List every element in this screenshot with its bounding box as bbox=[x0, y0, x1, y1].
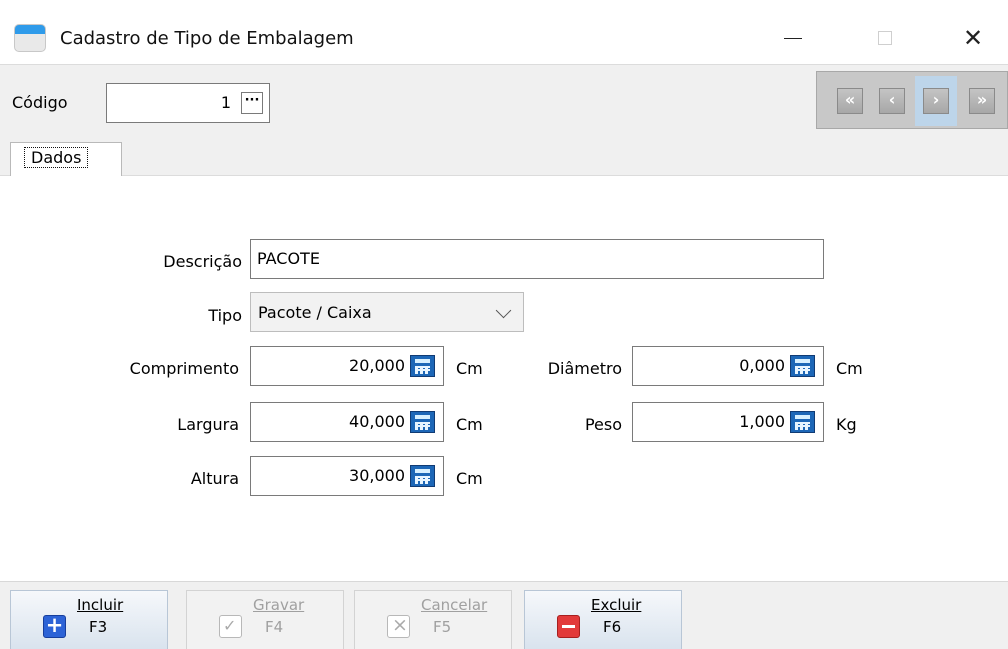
calculator-icon[interactable] bbox=[790, 411, 815, 433]
add-icon bbox=[43, 613, 66, 638]
altura-input[interactable]: 30,000 bbox=[250, 456, 444, 496]
form-panel: Descrição PACOTE Tipo Pacote / Caixa Com… bbox=[0, 176, 1008, 581]
last-record-button[interactable]: » bbox=[969, 88, 995, 114]
comprimento-unit: Cm bbox=[456, 359, 483, 378]
comprimento-label: Comprimento bbox=[129, 359, 239, 378]
largura-input[interactable]: 40,000 bbox=[250, 402, 444, 442]
largura-value: 40,000 bbox=[349, 412, 405, 431]
chevron-down-icon bbox=[495, 302, 512, 319]
record-toolbar: Código 1 ··· « ‹ › » bbox=[0, 64, 1008, 134]
diametro-label: Diâmetro bbox=[547, 359, 622, 378]
altura-unit: Cm bbox=[456, 469, 483, 488]
calculator-icon[interactable] bbox=[410, 411, 435, 433]
code-lookup-button[interactable]: ··· bbox=[241, 92, 263, 114]
incluir-label: Incluir bbox=[77, 596, 124, 614]
calculator-icon[interactable] bbox=[790, 355, 815, 377]
excluir-label: Excluir bbox=[591, 596, 642, 614]
peso-input[interactable]: 1,000 bbox=[632, 402, 824, 442]
tab-strip: Dados bbox=[0, 134, 1008, 176]
altura-label: Altura bbox=[190, 469, 239, 488]
descricao-value: PACOTE bbox=[257, 249, 320, 268]
largura-label: Largura bbox=[177, 415, 239, 434]
comprimento-value: 20,000 bbox=[349, 356, 405, 375]
excluir-shortcut: F6 bbox=[603, 618, 622, 636]
peso-label: Peso bbox=[584, 415, 622, 434]
tab-dados[interactable]: Dados bbox=[10, 142, 122, 176]
cancelar-button[interactable]: Cancelar F5 bbox=[354, 590, 512, 649]
action-bar: Incluir F3 Gravar F4 Cancelar F5 Excluir… bbox=[0, 581, 1008, 649]
tipo-label: Tipo bbox=[208, 306, 242, 325]
gravar-label: Gravar bbox=[253, 596, 305, 614]
descricao-input[interactable]: PACOTE bbox=[250, 239, 824, 279]
calculator-icon[interactable] bbox=[410, 465, 435, 487]
minimize-icon bbox=[784, 37, 802, 39]
check-icon bbox=[219, 615, 242, 638]
peso-value: 1,000 bbox=[739, 412, 785, 431]
tipo-select[interactable]: Pacote / Caixa bbox=[250, 292, 524, 332]
previous-record-button[interactable]: ‹ bbox=[879, 88, 905, 114]
record-navigator: « ‹ › » bbox=[816, 71, 1008, 129]
cancelar-label: Cancelar bbox=[421, 596, 488, 614]
peso-unit: Kg bbox=[836, 415, 857, 434]
window-title: Cadastro de Tipo de Embalagem bbox=[60, 28, 354, 49]
tipo-value: Pacote / Caixa bbox=[258, 303, 372, 322]
title-bar: Cadastro de Tipo de Embalagem ✕ bbox=[0, 0, 1008, 64]
largura-unit: Cm bbox=[456, 415, 483, 434]
comprimento-input[interactable]: 20,000 bbox=[250, 346, 444, 386]
code-value: 1 bbox=[220, 93, 231, 112]
excluir-button[interactable]: Excluir F6 bbox=[524, 590, 682, 649]
cancel-icon bbox=[387, 614, 410, 638]
maximize-icon bbox=[878, 31, 892, 45]
tab-dados-label: Dados bbox=[24, 147, 89, 168]
code-label: Código bbox=[12, 93, 68, 112]
diametro-unit: Cm bbox=[836, 359, 863, 378]
gravar-button[interactable]: Gravar F4 bbox=[186, 590, 344, 649]
first-record-button[interactable]: « bbox=[837, 88, 863, 114]
gravar-shortcut: F4 bbox=[265, 618, 284, 636]
code-input[interactable]: 1 ··· bbox=[106, 83, 270, 123]
diametro-input[interactable]: 0,000 bbox=[632, 346, 824, 386]
incluir-button[interactable]: Incluir F3 bbox=[10, 590, 168, 649]
descricao-label: Descrição bbox=[163, 252, 242, 271]
delete-icon bbox=[557, 615, 580, 638]
app-icon bbox=[14, 24, 46, 52]
close-button[interactable]: ✕ bbox=[950, 18, 996, 58]
incluir-shortcut: F3 bbox=[89, 618, 108, 636]
diametro-value: 0,000 bbox=[739, 356, 785, 375]
altura-value: 30,000 bbox=[349, 466, 405, 485]
cancelar-shortcut: F5 bbox=[433, 618, 452, 636]
calculator-icon[interactable] bbox=[410, 355, 435, 377]
maximize-button[interactable] bbox=[862, 18, 908, 58]
next-record-button[interactable]: › bbox=[923, 88, 949, 114]
minimize-button[interactable] bbox=[770, 18, 816, 58]
